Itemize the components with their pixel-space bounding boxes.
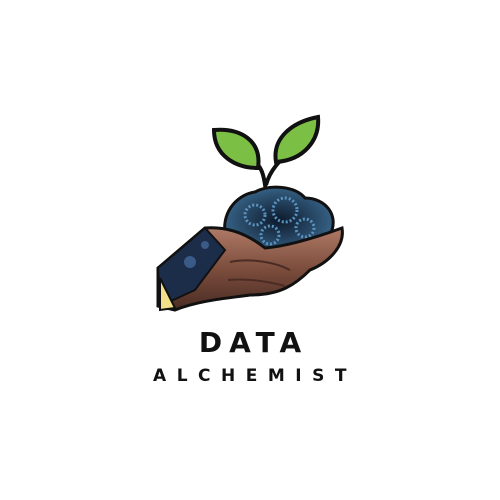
robot-hand-icon [156, 225, 344, 312]
sprout-icon [211, 114, 321, 193]
brand-subtitle: ALCHEMIST [153, 366, 357, 386]
brand-title: DATA [198, 326, 309, 359]
logo-illustration [156, 114, 344, 312]
